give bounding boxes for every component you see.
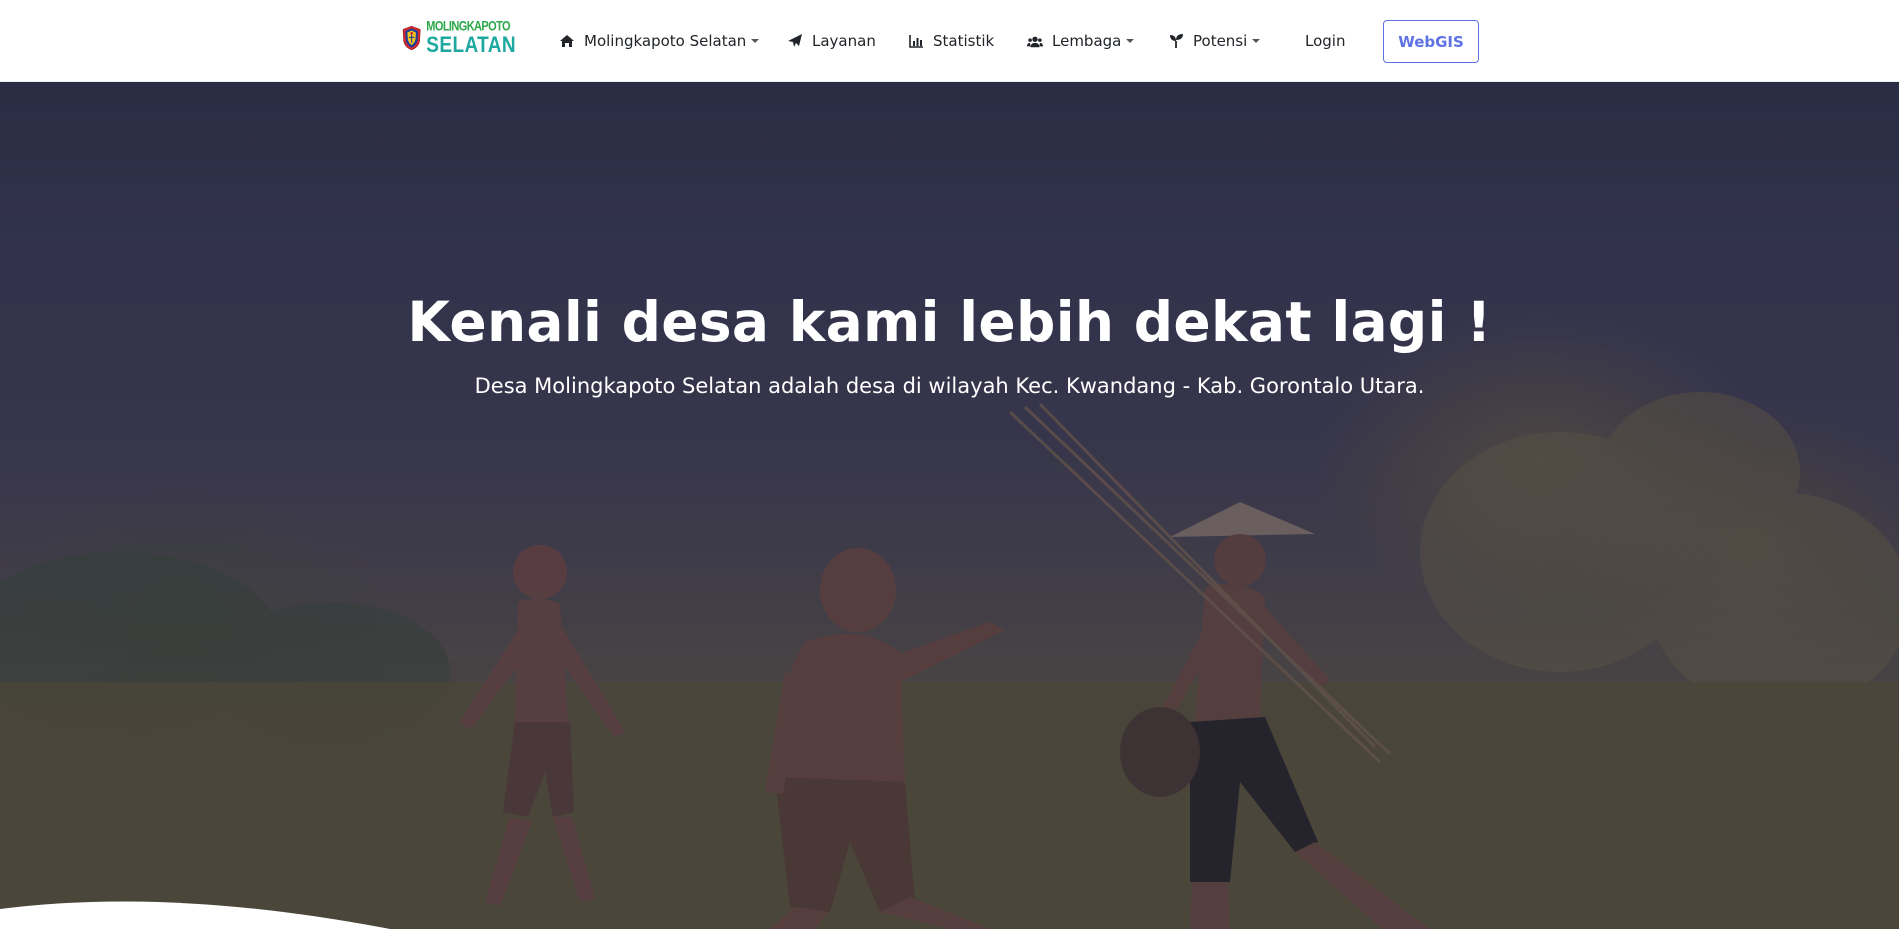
login-link[interactable]: Login [1305, 29, 1345, 53]
paper-plane-icon [787, 33, 803, 49]
chevron-down-icon [1252, 39, 1261, 43]
nav-item-label: Layanan [812, 32, 876, 50]
nav-item-label: Molingkapoto Selatan [584, 32, 747, 50]
nav-item-label: Statistik [933, 32, 995, 50]
nav-item-label: Lembaga [1052, 32, 1122, 50]
webgis-label: WebGIS [1398, 32, 1464, 51]
nav-item-layanan[interactable]: Layanan [787, 29, 876, 53]
hero-section: Kenali desa kami lebih dekat lagi ! Desa… [0, 82, 1899, 929]
hero-title: Kenali desa kami lebih dekat lagi ! [407, 290, 1492, 354]
webgis-button[interactable]: WebGIS [1383, 20, 1479, 63]
logo-text-line1: MOLINGKAPOTO [426, 18, 510, 34]
nav-item-statistik[interactable]: Statistik [908, 29, 994, 53]
logo-text-line2: SELATAN [426, 32, 516, 58]
nav-item-lembaga[interactable]: Lembaga [1027, 29, 1135, 53]
nav-item-label: Potensi [1193, 32, 1248, 50]
nav-item-molingkapoto-selatan[interactable]: Molingkapoto Selatan [559, 29, 760, 53]
hero-background-image [0, 82, 1899, 929]
chevron-down-icon [1126, 39, 1135, 43]
hero-subtitle: Desa Molingkapoto Selatan adalah desa di… [474, 374, 1425, 398]
login-label: Login [1305, 32, 1346, 50]
users-icon [1027, 33, 1043, 49]
chevron-down-icon [751, 39, 760, 43]
home-icon [559, 33, 575, 49]
nav-item-potensi[interactable]: Potensi [1168, 29, 1261, 53]
seedling-icon [1168, 33, 1184, 49]
navbar: MOLINGKAPOTO SELATAN Molingkapoto Selata… [0, 0, 1899, 82]
chart-bar-icon [908, 33, 924, 49]
site-logo[interactable]: MOLINGKAPOTO SELATAN [402, 14, 516, 62]
logo-shield-icon [402, 25, 421, 51]
